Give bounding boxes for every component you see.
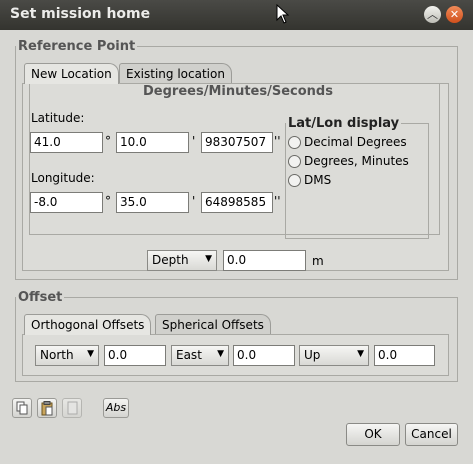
close-icon: ✕ (449, 8, 460, 21)
copy-button[interactable] (12, 398, 32, 418)
north-direction-select[interactable]: North ▼ (35, 345, 99, 366)
minimize-button[interactable]: ︿ (424, 6, 441, 23)
clear-icon (67, 401, 78, 415)
minute-symbol: ' (192, 134, 196, 148)
reference-point-legend: Reference Point (18, 39, 136, 54)
north-direction-value: North (40, 348, 74, 362)
depth-mode-select[interactable]: Depth ▼ (147, 250, 217, 271)
paste-button[interactable] (37, 398, 57, 418)
latitude-minutes-field[interactable]: 10.0 (116, 132, 189, 153)
dms-section-title: Degrees/Minutes/Seconds (143, 84, 333, 99)
latitude-label: Latitude: (31, 111, 85, 125)
chevron-down-icon: ▼ (87, 349, 94, 359)
degrees-minutes-radio[interactable] (288, 155, 301, 168)
tab-orthogonal-offsets[interactable]: Orthogonal Offsets (24, 314, 152, 335)
cancel-button[interactable]: Cancel (405, 423, 458, 446)
offset-legend: Offset (18, 290, 63, 305)
title-bar[interactable]: Set mission home ︿ ✕ (0, 0, 473, 30)
chevron-down-icon: ▼ (217, 349, 224, 359)
abs-button[interactable]: Abs (103, 398, 129, 418)
chevron-up-icon: ︿ (427, 8, 438, 21)
chevron-down-icon: ▼ (357, 349, 364, 359)
tab-spherical-offsets[interactable]: Spherical Offsets (155, 314, 271, 334)
east-direction-value: East (176, 348, 202, 362)
mouse-pointer-icon (276, 4, 290, 24)
degree-symbol: ° (105, 134, 111, 148)
tab-existing-location[interactable]: Existing location (119, 63, 232, 83)
copy-icon (16, 401, 28, 415)
depth-mode-value: Depth (152, 253, 189, 267)
degrees-minutes-label: Degrees, Minutes (304, 154, 409, 168)
east-offset-field[interactable]: 0.0 (233, 345, 295, 366)
north-offset-field[interactable]: 0.0 (104, 345, 166, 366)
dialog-body: Reference Point New Location Existing lo… (0, 30, 473, 464)
clear-button[interactable] (62, 398, 82, 418)
depth-value-field[interactable]: 0.0 (223, 250, 306, 271)
dms-radio[interactable] (288, 174, 301, 187)
dms-label: DMS (304, 173, 332, 187)
latlon-display-title: Lat/Lon display (288, 116, 400, 131)
paste-icon (41, 401, 53, 416)
longitude-minutes-field[interactable]: 35.0 (116, 192, 189, 213)
decimal-degrees-label: Decimal Degrees (304, 135, 407, 149)
up-offset-field[interactable]: 0.0 (374, 345, 435, 366)
depth-unit-label: m (312, 254, 324, 268)
longitude-seconds-field[interactable]: 64898585 (201, 192, 273, 213)
latitude-degrees-field[interactable]: 41.0 (30, 132, 103, 153)
second-symbol: '' (274, 134, 281, 148)
ok-button[interactable]: OK (346, 423, 400, 446)
second-symbol: '' (274, 194, 281, 208)
minute-symbol: ' (192, 194, 196, 208)
up-direction-select[interactable]: Up ▼ (299, 345, 369, 366)
degree-symbol: ° (105, 194, 111, 208)
decimal-degrees-radio[interactable] (288, 136, 301, 149)
chevron-down-icon: ▼ (205, 254, 212, 264)
window-title: Set mission home (10, 6, 151, 22)
close-button[interactable]: ✕ (446, 6, 463, 23)
tab-new-location[interactable]: New Location (24, 63, 119, 84)
latitude-seconds-field[interactable]: 98307507 (201, 132, 273, 153)
east-direction-select[interactable]: East ▼ (171, 345, 229, 366)
up-direction-value: Up (304, 348, 321, 362)
longitude-label: Longitude: (31, 171, 95, 185)
new-location-panel: Degrees/Minutes/Seconds Latitude: 41.0 °… (22, 83, 449, 271)
longitude-degrees-field[interactable]: -8.0 (30, 192, 103, 213)
